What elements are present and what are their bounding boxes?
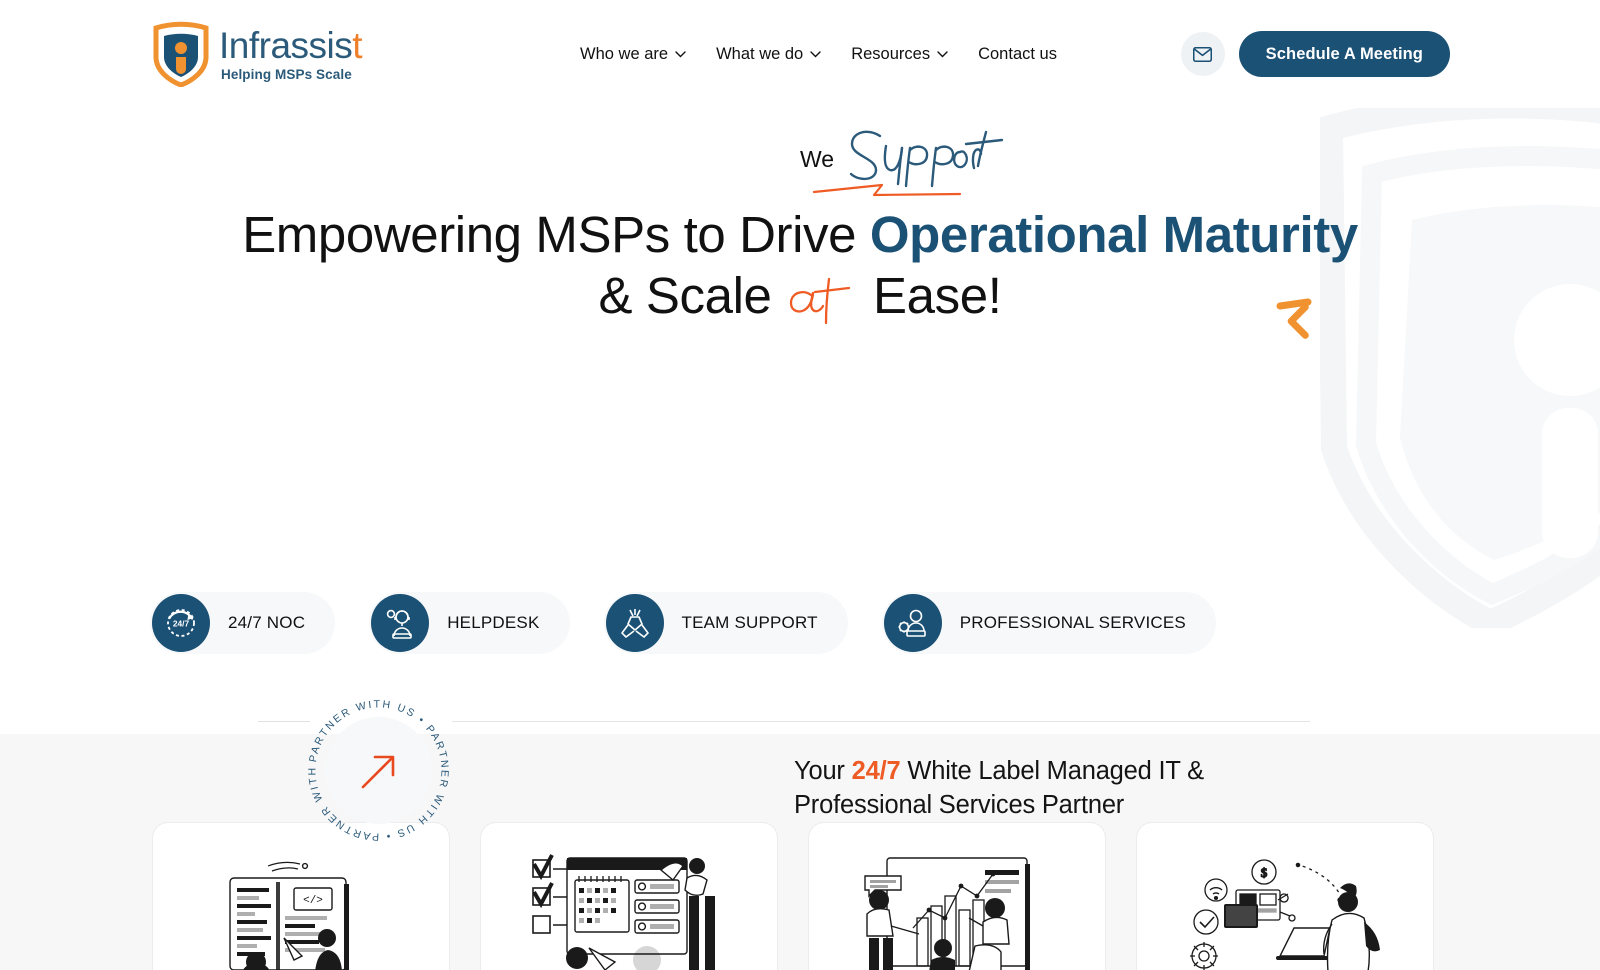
svg-text:24/7: 24/7 <box>173 619 190 629</box>
landing-page: Infrassist Helping MSPs Scale Who we are… <box>0 0 1600 970</box>
chevron-down-icon <box>937 50 948 57</box>
pill-label: TEAM SUPPORT <box>681 613 818 632</box>
chevron-down-icon <box>810 50 821 57</box>
pill-professional-services[interactable]: PROFESSIONAL SERVICES <box>881 592 1216 654</box>
headline-script-at <box>790 278 851 325</box>
service-card-analytics[interactable] <box>808 822 1106 970</box>
hero-section: We Empowering MSPs to Drive Operational … <box>0 108 1600 339</box>
mail-button[interactable] <box>1180 32 1225 76</box>
nav-label: Who we are <box>580 44 669 63</box>
pill-team-support[interactable]: TEAM SUPPORT <box>603 592 848 654</box>
pill-helpdesk[interactable]: HELPDESK <box>369 592 570 654</box>
hero-eyebrow-underline <box>812 183 962 197</box>
code-review-illustration-icon: </> <box>229 861 349 970</box>
nav-item-who-we-are[interactable]: Who we are <box>580 45 686 64</box>
data-analytics-illustration-icon <box>864 857 1030 970</box>
hero-eyebrow-plain: We <box>800 146 835 172</box>
nav-item-resources[interactable]: Resources <box>851 45 948 64</box>
brand-logo[interactable]: Infrassist Helping MSPs Scale <box>152 21 363 87</box>
hero-headline: Empowering MSPs to Drive Operational Mat… <box>0 205 1600 325</box>
service-card-connected-devices[interactable]: $ <box>1136 822 1434 970</box>
site-header: Infrassist Helping MSPs Scale Who we are… <box>0 0 1600 108</box>
headline-line2: & Scale Ease! <box>0 266 1600 325</box>
pill-label: HELPDESK <box>447 613 540 632</box>
subtext-before: Your <box>794 757 852 786</box>
schedule-meeting-button[interactable]: Schedule A Meeting <box>1238 31 1450 77</box>
headline-line1-accent: Operational Maturity <box>869 206 1358 263</box>
shield-person-logo-icon <box>153 21 209 87</box>
chevron-down-icon <box>675 50 686 57</box>
helpdesk-agent-icon <box>371 594 430 652</box>
headline-line2-b: Ease! <box>873 267 1002 325</box>
divider-right <box>452 721 1310 723</box>
pill-24-7-noc[interactable]: 24/7 24/7 NOC <box>150 592 336 654</box>
brand-name: Infrassist <box>219 24 363 66</box>
brand-name-accent: t <box>352 24 363 66</box>
headline-line1-plain: Empowering MSPs to Drive <box>242 206 870 263</box>
checklist-calendar-illustration-icon <box>532 854 715 970</box>
header-actions: Schedule A Meeting <box>1180 31 1450 77</box>
hero-midband: PARTNER WITH US • PARTNER WITH US • PART… <box>0 325 1600 843</box>
connected-devices-illustration-icon: $ <box>1190 859 1380 970</box>
clock-24-7-icon: 24/7 <box>152 594 210 652</box>
pill-label: PROFESSIONAL SERVICES <box>959 613 1186 632</box>
brand-name-main: Infrassis <box>219 24 353 66</box>
service-card-checklist[interactable] <box>480 822 778 970</box>
professional-services-icon <box>883 594 942 652</box>
nav-label: Contact us <box>978 44 1057 63</box>
headline-line2-a: & Scale <box>598 267 772 325</box>
mail-icon <box>1193 46 1213 62</box>
svg-text:</>: </> <box>303 895 323 907</box>
partner-with-us-badge[interactable]: PARTNER WITH US • PARTNER WITH US • PART… <box>303 695 454 846</box>
subtext-highlight: 24/7 <box>851 757 901 786</box>
feature-pills: 24/7 24/7 NOC HELPDESK TEAM SUPPORT PROF… <box>0 592 1600 654</box>
svg-text:$: $ <box>1261 865 1268 880</box>
main-navigation: Who we are What we do Resources Contact … <box>580 45 1057 64</box>
brand-tagline: Helping MSPs Scale <box>221 66 352 82</box>
nav-item-what-we-do[interactable]: What we do <box>716 45 821 64</box>
nav-label: Resources <box>851 44 931 63</box>
pill-label: 24/7 NOC <box>228 613 306 632</box>
hero-subtext: Your 24/7 White Label Managed IT & Profe… <box>794 755 1264 822</box>
nav-item-contact-us[interactable]: Contact us <box>978 45 1057 64</box>
team-handshake-icon <box>605 594 664 652</box>
arrow-up-right-icon <box>361 756 395 789</box>
nav-label: What we do <box>716 44 804 63</box>
